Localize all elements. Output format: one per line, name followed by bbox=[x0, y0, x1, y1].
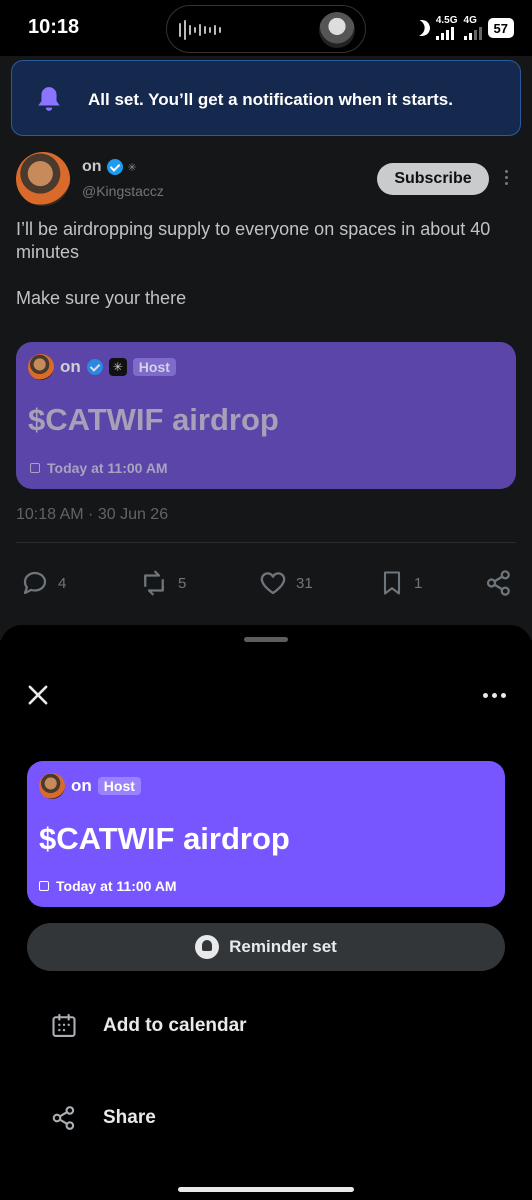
share-icon bbox=[52, 1106, 75, 1130]
signal-icon bbox=[463, 26, 482, 40]
space-host-row: on Host bbox=[71, 776, 141, 796]
calendar-icon bbox=[39, 881, 49, 891]
space-title: $CATWIF airdrop bbox=[28, 402, 279, 437]
space-time: Today at 11:00 AM bbox=[47, 460, 168, 476]
signal-icon bbox=[435, 26, 454, 40]
tweet-text-line: Make sure your there bbox=[16, 288, 187, 308]
sheet-grabber[interactable] bbox=[244, 637, 288, 642]
reminder-label: Reminder set bbox=[229, 937, 337, 956]
author-avatar[interactable] bbox=[16, 152, 70, 206]
author-name: on bbox=[82, 158, 102, 175]
battery-icon: 57 bbox=[487, 18, 514, 38]
host-avatar bbox=[28, 354, 54, 380]
space-host-name: on bbox=[60, 357, 81, 376]
now-playing-artwork bbox=[319, 12, 355, 48]
battery-level: 57 bbox=[493, 20, 508, 36]
status-time: 10:18 bbox=[28, 16, 80, 38]
tweet-text-line: I’ll be airdropping supply to everyone o… bbox=[16, 219, 491, 262]
audio-waveform-icon bbox=[179, 20, 221, 40]
reminder-set-button[interactable]: Reminder set bbox=[27, 923, 505, 971]
calendar-icon bbox=[30, 463, 40, 473]
network-label-2: 4G bbox=[463, 15, 477, 26]
space-bottom-sheet: on Host $CATWIF airdrop Today at 11:00 A… bbox=[0, 625, 532, 1200]
calendar-icon bbox=[52, 1013, 76, 1037]
do-not-disturb-icon bbox=[412, 18, 433, 39]
repost-icon bbox=[144, 570, 164, 596]
reply-icon bbox=[23, 571, 47, 595]
bell-icon bbox=[38, 87, 60, 111]
close-button[interactable] bbox=[24, 681, 52, 709]
space-time: Today at 11:00 AM bbox=[56, 878, 177, 894]
space-schedule: Today at 11:00 AM bbox=[39, 878, 177, 894]
tweet-timestamp: 10:18 AM · 30 Jun 26 bbox=[16, 506, 169, 523]
host-avatar bbox=[39, 773, 65, 799]
notification-banner[interactable]: All set. You’ll get a notification when … bbox=[11, 60, 521, 136]
space-title: $CATWIF airdrop bbox=[39, 821, 290, 856]
tweet-text: I’ll be airdropping supply to everyone o… bbox=[16, 218, 516, 333]
verified-badge-icon bbox=[106, 159, 123, 175]
heart-icon bbox=[260, 572, 286, 595]
tweet-more-icon[interactable] bbox=[500, 170, 512, 190]
dynamic-island[interactable] bbox=[166, 5, 366, 53]
more-options-button[interactable] bbox=[480, 685, 508, 705]
home-indicator[interactable] bbox=[178, 1187, 354, 1192]
subscribe-button[interactable]: Subscribe bbox=[377, 163, 489, 195]
like-count: 31 bbox=[296, 574, 313, 592]
add-to-calendar-option[interactable]: Add to calendar bbox=[0, 996, 532, 1056]
repost-count: 5 bbox=[178, 574, 187, 592]
space-card[interactable]: on ✳ Host $CATWIF airdrop Today at 11:00… bbox=[16, 342, 516, 489]
bookmark-button[interactable]: 1 bbox=[378, 568, 422, 598]
author-handle: @Kingstaccz bbox=[82, 183, 164, 199]
share-label: Share bbox=[103, 1107, 156, 1128]
space-preview-card[interactable]: on Host $CATWIF airdrop Today at 11:00 A… bbox=[27, 761, 505, 907]
bookmark-icon bbox=[383, 571, 401, 595]
repost-button[interactable]: 5 bbox=[138, 568, 186, 598]
share-icon bbox=[486, 570, 510, 596]
host-tag: Host bbox=[132, 358, 176, 376]
space-schedule: Today at 11:00 AM bbox=[30, 460, 168, 476]
host-tag: Host bbox=[97, 777, 141, 795]
more-icon bbox=[482, 692, 488, 698]
status-bar: 10:18 4.5G 4G 57 bbox=[0, 0, 532, 56]
verified-badge-icon bbox=[86, 359, 103, 375]
bookmark-count: 1 bbox=[414, 574, 423, 592]
share-option[interactable]: Share bbox=[0, 1088, 532, 1148]
author-name-row[interactable]: on ✳ bbox=[82, 158, 137, 176]
close-icon bbox=[28, 685, 48, 705]
bell-icon bbox=[195, 935, 220, 959]
space-host-row: on ✳ Host bbox=[60, 357, 176, 377]
reply-count: 4 bbox=[58, 574, 67, 592]
tweet-actions: 4 5 31 1 bbox=[0, 568, 532, 604]
add-to-calendar-label: Add to calendar bbox=[103, 1015, 247, 1036]
space-host-name: on bbox=[71, 776, 92, 795]
status-icons: 4.5G 4G 57 bbox=[414, 16, 514, 40]
like-button[interactable]: 31 bbox=[258, 568, 313, 598]
affiliate-badge-icon: ✳ bbox=[108, 358, 127, 376]
reply-button[interactable]: 4 bbox=[20, 568, 66, 598]
share-tweet-button[interactable] bbox=[484, 568, 514, 598]
network-label-1: 4.5G bbox=[435, 15, 458, 26]
tweet-background: on ✳ @Kingstaccz Subscribe I’ll be airdr… bbox=[0, 56, 532, 640]
sparkle-icon: ✳ bbox=[127, 161, 137, 174]
divider bbox=[16, 542, 516, 543]
banner-message: All set. You’ll get a notification when … bbox=[88, 90, 453, 109]
